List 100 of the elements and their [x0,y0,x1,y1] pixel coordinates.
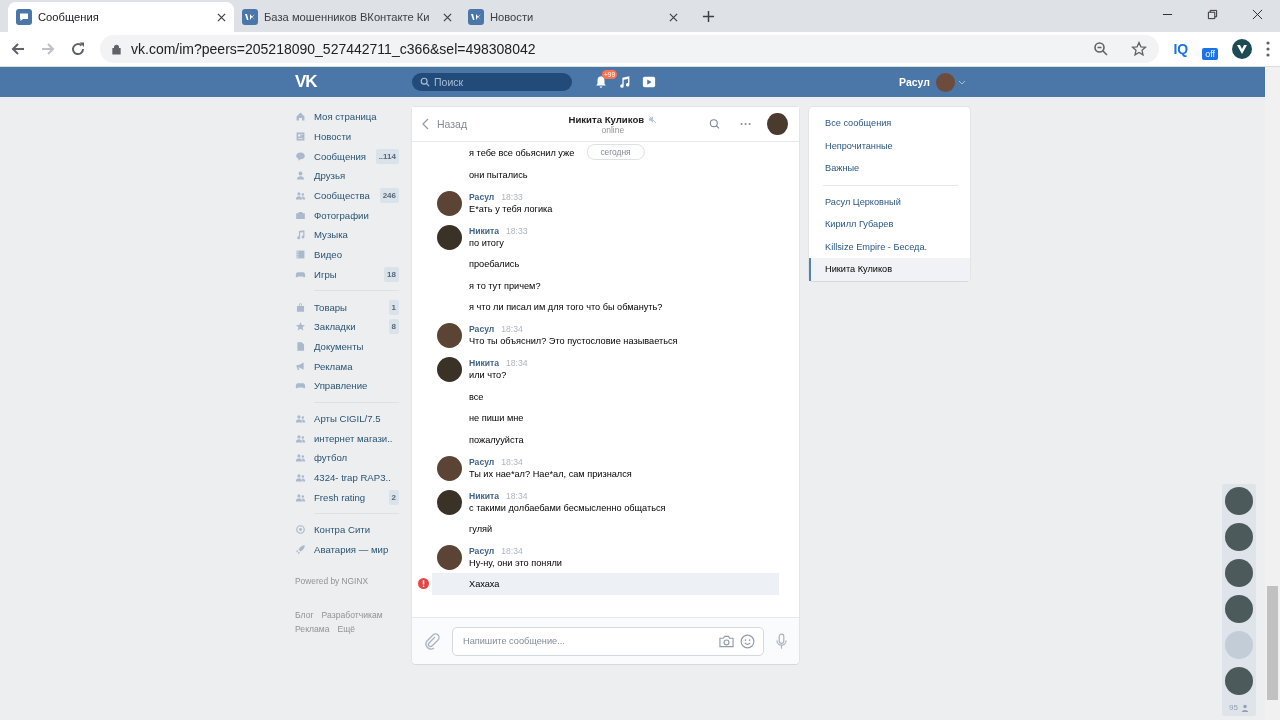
nav-item[interactable]: Управление [295,375,399,396]
filter-item[interactable]: Важные [809,157,970,180]
count-badge: 246 [379,188,399,204]
zoom-out-icon[interactable] [1093,41,1110,57]
browser-tab[interactable]: База мошенников ВКонтакте Ки [234,2,460,32]
sender-avatar[interactable] [437,489,462,515]
count-badge: 8 [388,319,399,335]
nav-item[interactable]: Документы [295,336,399,357]
nav-item[interactable]: 4324- trap RAP3.. [295,467,399,488]
nav-item[interactable]: Музыка [295,225,399,245]
camera-icon[interactable] [719,633,734,649]
close-icon[interactable] [1252,9,1263,20]
filter-item[interactable]: Все сообщения [809,112,970,135]
profile-avatar-icon[interactable] [1232,39,1252,59]
close-icon[interactable] [669,12,678,22]
message-time: 18:34 [506,489,528,502]
reload-icon[interactable] [70,41,86,57]
dialog-item[interactable]: Killsize Empire - Беседа. [809,235,970,258]
bell-icon[interactable] [594,75,608,89]
play-icon[interactable] [642,75,656,89]
sender-avatar[interactable] [437,224,462,250]
sender-name[interactable]: Расул [469,455,495,468]
sender-name[interactable]: Никита [469,357,500,369]
friend-avatar[interactable] [1225,523,1253,551]
rocket-icon [295,544,306,556]
sender-name[interactable]: Расул [469,190,495,203]
dialog-item[interactable]: Кирилл Губарев [809,213,970,236]
music-note-icon[interactable] [618,75,632,89]
message-text: они пытались [469,168,528,181]
nav-item[interactable]: Друзья [295,166,399,186]
chevron-left-icon [422,118,429,130]
browser-tab[interactable]: Новости [460,2,686,32]
vk-logo[interactable]: VK [295,72,412,92]
search-field[interactable]: Поиск [412,73,572,91]
close-icon[interactable] [443,12,452,22]
dialog-item[interactable]: Никита Куликов [809,258,970,281]
nav-item[interactable]: Игры 18 [295,264,399,285]
sender-name[interactable]: Никита [469,224,500,237]
browser-tab[interactable]: Сообщения [8,2,234,32]
menu-icon[interactable] [1266,41,1270,57]
nav-item[interactable]: Аватария — мир [295,539,399,560]
close-icon[interactable] [217,12,226,22]
user-name[interactable]: Расул [899,76,930,88]
nav-item[interactable]: Сообщества 246 [295,185,399,206]
speech-bubble-icon [295,150,306,162]
nav-item[interactable]: Видео [295,244,399,265]
error-icon[interactable] [418,578,429,589]
scrollbar-thumb[interactable] [1267,586,1278,700]
contact-name[interactable]: Никита Куликов [568,113,645,125]
nav-item[interactable]: футбол [295,448,399,468]
film-icon [295,249,306,261]
sender-avatar[interactable] [437,323,462,348]
friend-avatar[interactable] [1225,667,1253,695]
friend-avatar[interactable] [1225,559,1253,587]
search-icon[interactable] [708,118,721,130]
smiley-icon[interactable] [740,633,755,649]
extension-button[interactable]: off [1202,48,1218,60]
sender-avatar[interactable] [437,190,462,216]
nav-item[interactable]: Товары 1 [295,297,399,317]
new-tab-icon[interactable] [702,10,715,23]
sender-avatar[interactable] [437,545,462,570]
friend-avatar[interactable] [1225,487,1253,515]
paperclip-icon[interactable] [424,632,440,650]
nav-item[interactable]: Fresh rating 2 [295,487,399,508]
nav-item[interactable]: Сообщения ..114 [295,146,399,167]
restore-icon[interactable] [1207,9,1218,20]
dialog-item[interactable]: Расул Церковный [809,190,970,213]
back-button[interactable]: Назад [422,118,557,130]
online-count: 95 [1229,703,1238,712]
people-icon [295,452,306,464]
extension-button[interactable]: IQ [1173,41,1189,57]
nav-item[interactable]: интернет магази.. [295,428,399,448]
message-text: я то тут причем? [469,279,541,292]
sender-avatar[interactable] [437,357,462,382]
nav-item[interactable]: Реклама [295,356,399,376]
tab-title: База мошенников ВКонтакте Ки [264,11,431,23]
sender-name[interactable]: Расул [469,545,495,557]
nav-item[interactable]: Закладки 8 [295,316,399,337]
contact-avatar[interactable] [767,113,788,135]
filter-item[interactable]: Непрочитанные [809,134,970,157]
address-bar[interactable]: vk.com/im?peers=205218090_527442711_c366&sel=498308042 [100,35,1160,63]
message-time: 18:33 [501,190,523,203]
nav-item[interactable]: Арты CIGIL/7.5 [295,408,399,429]
sender-avatar[interactable] [437,455,462,481]
message-text: гуляй [469,523,493,535]
message-text: по итогу [469,236,504,249]
people-icon [295,472,306,484]
message-text: Е*ать у тебя логика [469,202,553,215]
sender-name[interactable]: Никита [469,489,500,502]
friend-avatar[interactable] [1225,595,1253,623]
nav-item[interactable]: Новости [295,126,399,147]
tab-title: Новости [490,11,535,23]
message-time: 18:34 [501,323,523,335]
nav-item[interactable]: Фотографии [295,205,399,226]
star-icon[interactable] [1131,41,1148,57]
nav-item[interactable]: Контра Сити [295,520,399,540]
nav-item[interactable]: Моя страница [295,107,399,127]
back-arrow-icon[interactable] [10,41,26,57]
message-input[interactable]: Напишите сообщение... [452,626,764,656]
sender-name[interactable]: Расул [469,323,495,335]
